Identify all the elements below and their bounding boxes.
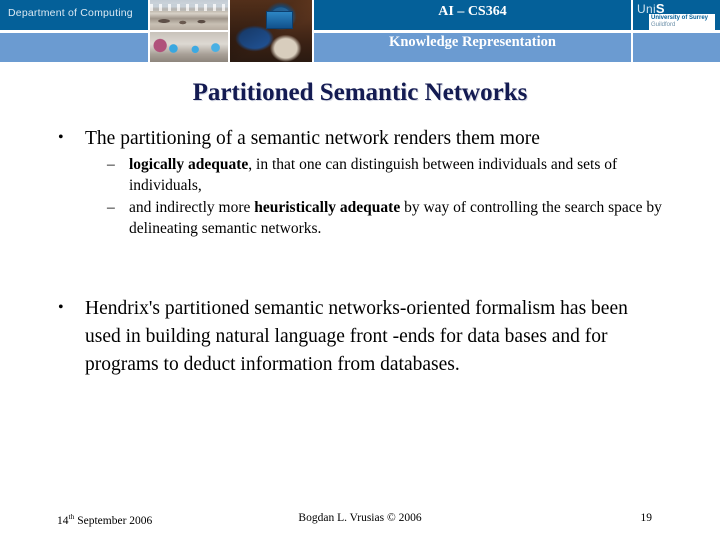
- department-block: Department of Computing: [0, 0, 148, 62]
- bullet-marker-icon: •: [58, 299, 64, 316]
- header-photo-strip: [150, 0, 312, 62]
- footer-author: Bogdan L. Vrusias © 2006: [298, 512, 422, 524]
- slide-footer: 14th September 2006 Bogdan L. Vrusias © …: [0, 512, 720, 532]
- course-topic-text: Knowledge Representation: [389, 34, 556, 50]
- dash-marker-icon: –: [107, 155, 115, 173]
- students-screen-photo: [230, 0, 312, 62]
- computer-lab-photo: [150, 32, 228, 62]
- university-logo-block: UniS University of Surrey Guildford: [633, 0, 720, 62]
- sub-bullet-item: – and indirectly more heuristically adequ…: [52, 197, 672, 240]
- bullet-text: Hendrix's partitioned semantic networks-…: [85, 298, 628, 376]
- dash-marker-icon: –: [107, 198, 115, 216]
- lecture-hall-photo: [150, 0, 228, 30]
- university-name-line: University of Surrey: [651, 15, 709, 21]
- sub-bullet-emphasis: logically adequate: [129, 155, 249, 173]
- sub-bullet-list: – logically adequate, in that one can dis…: [52, 154, 672, 240]
- header-banner: Department of Computing AI – CS364 Knowl…: [0, 0, 720, 62]
- bullet-item: • Hendrix's partitioned semantic network…: [52, 295, 667, 379]
- sub-bullet-emphasis: heuristically adequate: [254, 198, 401, 216]
- department-band-bottom: [0, 33, 148, 62]
- department-label: Department of Computing: [8, 7, 133, 19]
- university-name-box: University of Surrey Guildford: [649, 14, 715, 31]
- course-code-text: AI – CS364: [438, 4, 507, 19]
- bullet-item: • The partitioning of a semantic network…: [52, 126, 672, 153]
- bullet-marker-icon: •: [58, 129, 64, 146]
- sub-bullet-item: – logically adequate, in that one can dis…: [52, 154, 672, 197]
- slide-body: • The partitioning of a semantic network…: [52, 126, 672, 239]
- sub-bullet-lead: and indirectly more: [129, 198, 255, 216]
- footer-page-number: 19: [640, 512, 653, 524]
- logo-band-bottom: [633, 33, 720, 62]
- bullet-text: The partitioning of a semantic network r…: [85, 128, 540, 149]
- slide-title: Partitioned Semantic Networks: [192, 79, 528, 106]
- university-city-line: Guildford: [651, 21, 676, 28]
